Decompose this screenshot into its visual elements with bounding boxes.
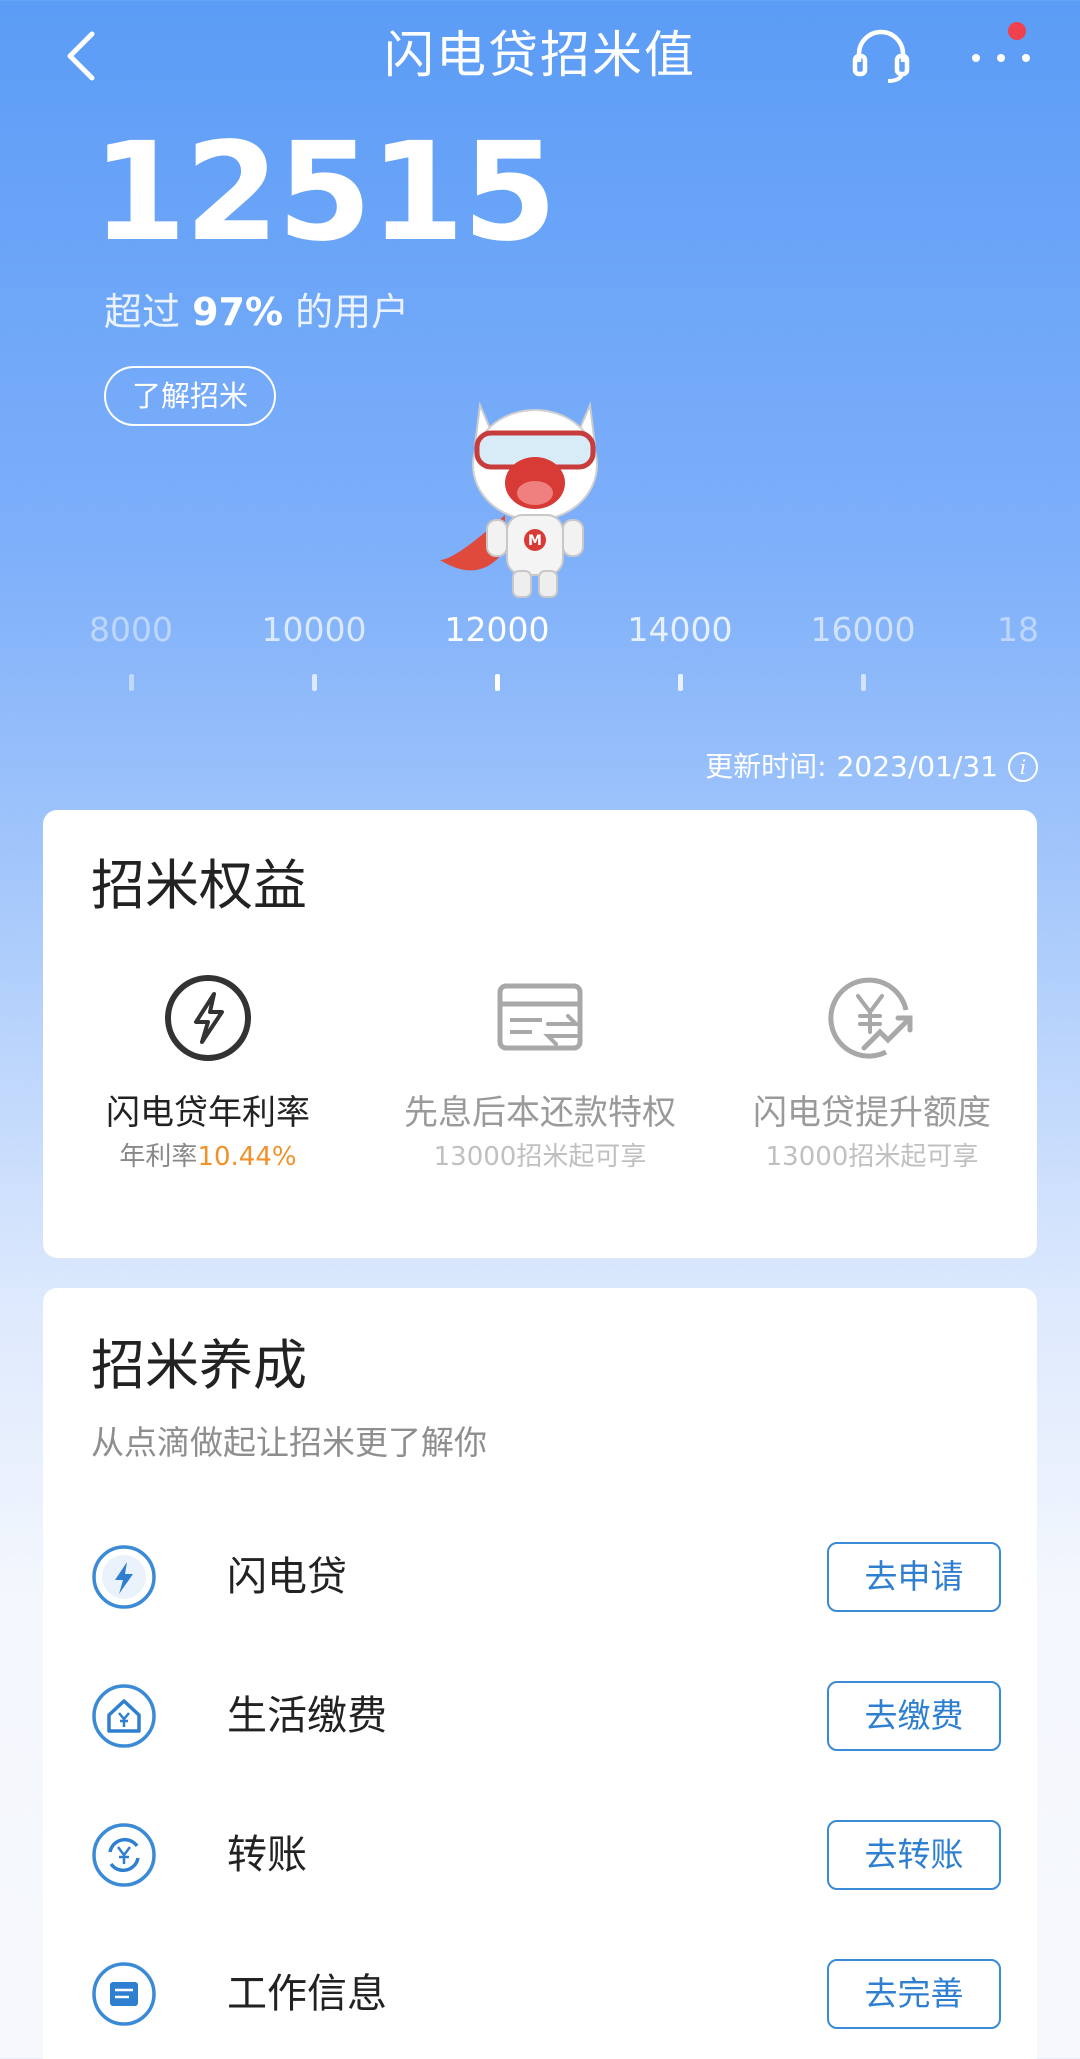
house-yuan-icon xyxy=(92,1684,156,1748)
more-dots-icon xyxy=(972,54,1030,62)
benefit-limit-increase[interactable]: 闪电贷提升额度 13000招米起可享 xyxy=(707,970,1037,1176)
info-icon[interactable]: i xyxy=(1008,752,1038,782)
learn-zhaomi-button[interactable]: 了解招米 xyxy=(104,366,276,426)
rank-text: 超过 97% 的用户 xyxy=(104,290,410,334)
grow-row-transfer: 转账 去转账 xyxy=(91,1810,1001,1900)
lightning-circle-icon xyxy=(92,1545,156,1609)
benefits-title: 招米权益 xyxy=(91,854,307,917)
scale-tick-label: 10000 xyxy=(261,610,367,649)
scale-tick-label: 12000 xyxy=(444,610,550,649)
scale-tick-mark xyxy=(495,674,500,691)
pay-bill-button[interactable]: 去缴费 xyxy=(827,1681,1001,1751)
scale-tick-label: 14000 xyxy=(627,610,733,649)
scale-tick-label: 16000 xyxy=(810,610,916,649)
card-transfer-icon xyxy=(497,983,583,1051)
briefcase-icon xyxy=(92,1962,156,2026)
score-value: 12515 xyxy=(92,114,557,272)
lightning-icon xyxy=(165,975,251,1061)
scale-tick-label: 8000 xyxy=(89,610,173,649)
grow-row-flash-loan: 闪电贷 去申请 xyxy=(91,1532,1001,1622)
svg-text:M: M xyxy=(528,533,542,549)
more-menu-button[interactable] xyxy=(968,22,1032,82)
grow-row-bill-pay: 生活缴费 去缴费 xyxy=(91,1671,1001,1761)
grow-title: 招米养成 xyxy=(91,1334,307,1397)
benefit-interest-first[interactable]: 先息后本还款特权 13000招米起可享 xyxy=(375,970,705,1176)
grow-card: 招米养成 从点滴做起让招米更了解你 闪电贷 去申请 生活缴费 去缴费 转账 去转… xyxy=(43,1288,1037,2059)
update-time: 更新时间: 2023/01/31 i xyxy=(705,745,1038,789)
benefits-card: 招米权益 闪电贷年利率 年利率10.44% 先息后本还款特权 13000招米起可… xyxy=(43,810,1037,1258)
scale-tick-mark xyxy=(312,674,317,691)
page-title: 闪电贷招米值 xyxy=(384,26,696,84)
mascot-cat-icon: M xyxy=(440,401,598,598)
grow-subtitle: 从点滴做起让招米更了解你 xyxy=(91,1423,487,1462)
yuan-growth-icon xyxy=(828,977,913,1059)
apply-button[interactable]: 去申请 xyxy=(827,1542,1001,1612)
yuan-exchange-icon xyxy=(92,1823,156,1887)
scale-tick-mark xyxy=(678,674,683,691)
scale-tick-mark xyxy=(861,674,866,691)
scale-tick-mark xyxy=(129,674,134,691)
benefit-rate[interactable]: 闪电贷年利率 年利率10.44% xyxy=(43,970,373,1176)
transfer-button[interactable]: 去转账 xyxy=(827,1820,1001,1890)
scale-tick-label: 18 xyxy=(997,610,1039,649)
complete-info-button[interactable]: 去完善 xyxy=(827,1959,1001,2029)
grow-row-work-info: 工作信息 去完善 xyxy=(91,1949,1001,2039)
customer-service-headset-icon[interactable] xyxy=(850,28,912,84)
notification-dot xyxy=(1008,22,1026,40)
